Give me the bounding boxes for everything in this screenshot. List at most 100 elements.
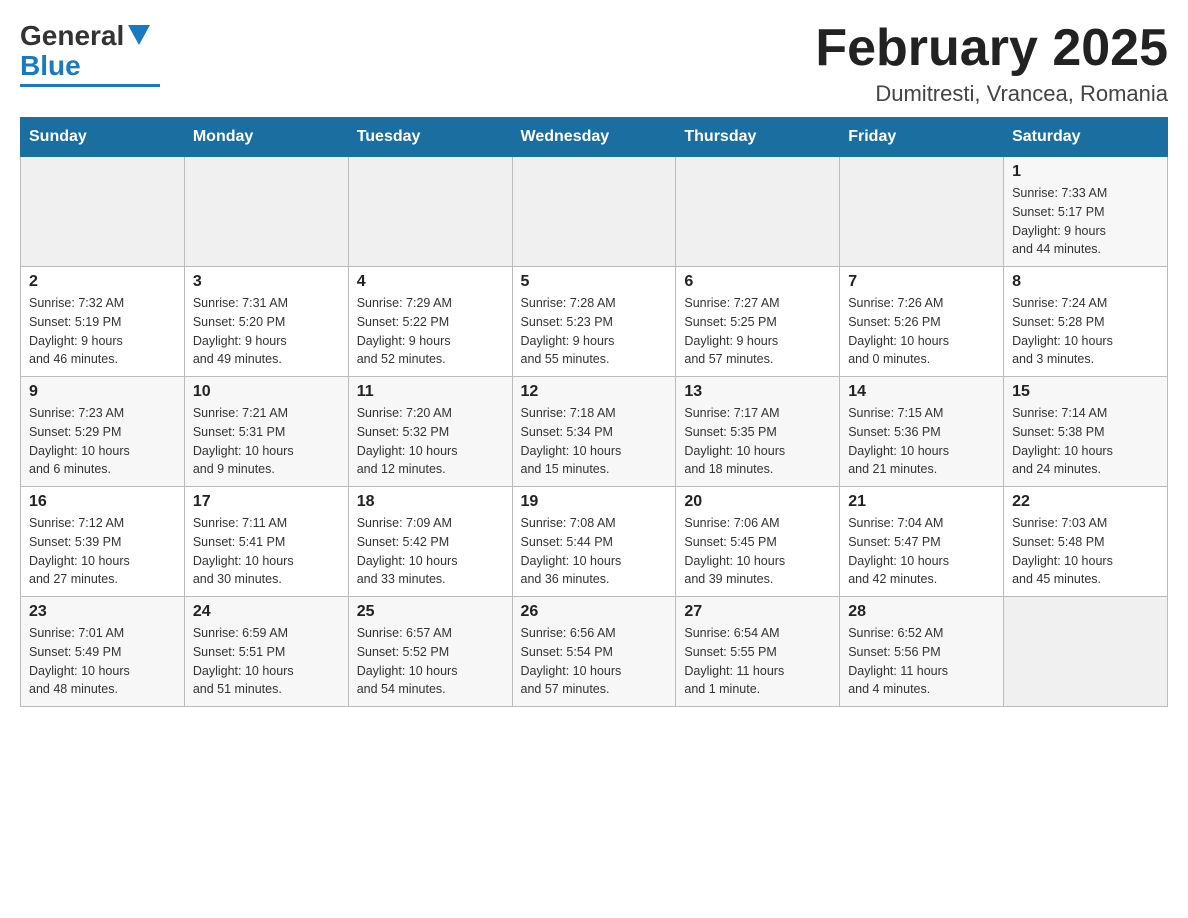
location: Dumitresti, Vrancea, Romania — [815, 81, 1168, 107]
day-number: 22 — [1012, 493, 1159, 511]
day-number: 4 — [357, 273, 504, 291]
logo-line — [20, 84, 160, 87]
header-tuesday: Tuesday — [348, 118, 512, 157]
header-sunday: Sunday — [21, 118, 185, 157]
day-number: 19 — [521, 493, 668, 511]
calendar-week-row: 16 Sunrise: 7:12 AMSunset: 5:39 PMDayligh… — [21, 487, 1168, 597]
table-row: 28 Sunrise: 6:52 AMSunset: 5:56 PMDayligh… — [840, 597, 1004, 707]
table-row: 26Sunrise: 6:56 AMSunset: 5:54 PMDayligh… — [512, 597, 676, 707]
table-row: 14Sunrise: 7:15 AMSunset: 5:36 PMDayligh… — [840, 377, 1004, 487]
calendar-week-row: 9 Sunrise: 7:23 AMSunset: 5:29 PMDaylight… — [21, 377, 1168, 487]
day-number: 6 — [684, 273, 831, 291]
day-info: Sunrise: 7:29 AMSunset: 5:22 PMDaylight:… — [357, 294, 504, 369]
header-thursday: Thursday — [676, 118, 840, 157]
table-row — [184, 157, 348, 267]
day-number: 27 — [684, 603, 831, 621]
day-info: Sunrise: 7:33 AMSunset: 5:17 PMDaylight:… — [1012, 184, 1159, 259]
header-right: February 2025 Dumitresti, Vrancea, Roman… — [815, 20, 1168, 107]
calendar-week-row: 1Sunrise: 7:33 AMSunset: 5:17 PMDaylight… — [21, 157, 1168, 267]
logo-blue-text: Blue — [20, 50, 81, 81]
day-info: Sunrise: 7:20 AMSunset: 5:32 PMDaylight:… — [357, 404, 504, 479]
header-wednesday: Wednesday — [512, 118, 676, 157]
day-number: 17 — [193, 493, 340, 511]
day-info: Sunrise: 7:11 AMSunset: 5:41 PMDaylight:… — [193, 514, 340, 589]
day-info: Sunrise: 7:26 AMSunset: 5:26 PMDaylight:… — [848, 294, 995, 369]
day-number: 7 — [848, 273, 995, 291]
day-number: 24 — [193, 603, 340, 621]
table-row — [840, 157, 1004, 267]
day-number: 16 — [29, 493, 176, 511]
page-header: General Blue February 2025 Dumitresti, V… — [20, 20, 1168, 107]
day-info: Sunrise: 7:28 AMSunset: 5:23 PMDaylight:… — [521, 294, 668, 369]
table-row: 9 Sunrise: 7:23 AMSunset: 5:29 PMDaylight… — [21, 377, 185, 487]
table-row: 19 Sunrise: 7:08 AMSunset: 5:44 PMDayligh… — [512, 487, 676, 597]
table-row: 20 Sunrise: 7:06 AMSunset: 5:45 PMDayligh… — [676, 487, 840, 597]
day-info: Sunrise: 7:14 AMSunset: 5:38 PMDaylight:… — [1012, 404, 1159, 479]
day-number: 3 — [193, 273, 340, 291]
table-row: 22 Sunrise: 7:03 AMSunset: 5:48 PMDayligh… — [1004, 487, 1168, 597]
day-info: Sunrise: 7:23 AMSunset: 5:29 PMDaylight:… — [29, 404, 176, 479]
day-number: 21 — [848, 493, 995, 511]
table-row: 3Sunrise: 7:31 AMSunset: 5:20 PMDaylight… — [184, 267, 348, 377]
table-row: 27 Sunrise: 6:54 AMSunset: 5:55 PMDayligh… — [676, 597, 840, 707]
table-row: 2 Sunrise: 7:32 AMSunset: 5:19 PMDaylight… — [21, 267, 185, 377]
day-number: 13 — [684, 383, 831, 401]
day-number: 28 — [848, 603, 995, 621]
table-row: 18Sunrise: 7:09 AMSunset: 5:42 PMDayligh… — [348, 487, 512, 597]
table-row: 6 Sunrise: 7:27 AMSunset: 5:25 PMDaylight… — [676, 267, 840, 377]
calendar-table: Sunday Monday Tuesday Wednesday Thursday… — [20, 117, 1168, 707]
logo-text: General — [20, 20, 150, 52]
day-number: 23 — [29, 603, 176, 621]
day-info: Sunrise: 7:15 AMSunset: 5:36 PMDaylight:… — [848, 404, 995, 479]
table-row: 1Sunrise: 7:33 AMSunset: 5:17 PMDaylight… — [1004, 157, 1168, 267]
table-row — [676, 157, 840, 267]
day-info: Sunrise: 6:54 AMSunset: 5:55 PMDaylight:… — [684, 624, 831, 699]
day-number: 9 — [29, 383, 176, 401]
table-row: 21 Sunrise: 7:04 AMSunset: 5:47 PMDayligh… — [840, 487, 1004, 597]
day-info: Sunrise: 7:21 AMSunset: 5:31 PMDaylight:… — [193, 404, 340, 479]
table-row: 25 Sunrise: 6:57 AMSunset: 5:52 PMDayligh… — [348, 597, 512, 707]
logo: General Blue — [20, 20, 160, 87]
table-row — [348, 157, 512, 267]
table-row: 12Sunrise: 7:18 AMSunset: 5:34 PMDayligh… — [512, 377, 676, 487]
table-row: 24Sunrise: 6:59 AMSunset: 5:51 PMDayligh… — [184, 597, 348, 707]
day-number: 15 — [1012, 383, 1159, 401]
day-info: Sunrise: 7:27 AMSunset: 5:25 PMDaylight:… — [684, 294, 831, 369]
day-info: Sunrise: 6:52 AMSunset: 5:56 PMDaylight:… — [848, 624, 995, 699]
day-info: Sunrise: 7:01 AMSunset: 5:49 PMDaylight:… — [29, 624, 176, 699]
day-info: Sunrise: 7:09 AMSunset: 5:42 PMDaylight:… — [357, 514, 504, 589]
day-info: Sunrise: 7:17 AMSunset: 5:35 PMDaylight:… — [684, 404, 831, 479]
day-info: Sunrise: 7:04 AMSunset: 5:47 PMDaylight:… — [848, 514, 995, 589]
day-number: 25 — [357, 603, 504, 621]
table-row: 10Sunrise: 7:21 AMSunset: 5:31 PMDayligh… — [184, 377, 348, 487]
header-monday: Monday — [184, 118, 348, 157]
day-number: 8 — [1012, 273, 1159, 291]
month-title: February 2025 — [815, 20, 1168, 77]
day-number: 11 — [357, 383, 504, 401]
day-number: 20 — [684, 493, 831, 511]
day-info: Sunrise: 7:18 AMSunset: 5:34 PMDaylight:… — [521, 404, 668, 479]
calendar-week-row: 23 Sunrise: 7:01 AMSunset: 5:49 PMDayligh… — [21, 597, 1168, 707]
day-info: Sunrise: 6:57 AMSunset: 5:52 PMDaylight:… — [357, 624, 504, 699]
day-number: 26 — [521, 603, 668, 621]
day-info: Sunrise: 7:24 AMSunset: 5:28 PMDaylight:… — [1012, 294, 1159, 369]
table-row: 16 Sunrise: 7:12 AMSunset: 5:39 PMDayligh… — [21, 487, 185, 597]
header-saturday: Saturday — [1004, 118, 1168, 157]
table-row: 4 Sunrise: 7:29 AMSunset: 5:22 PMDaylight… — [348, 267, 512, 377]
day-number: 2 — [29, 273, 176, 291]
day-number: 5 — [521, 273, 668, 291]
table-row: 23 Sunrise: 7:01 AMSunset: 5:49 PMDayligh… — [21, 597, 185, 707]
day-info: Sunrise: 7:08 AMSunset: 5:44 PMDaylight:… — [521, 514, 668, 589]
calendar-week-row: 2 Sunrise: 7:32 AMSunset: 5:19 PMDaylight… — [21, 267, 1168, 377]
table-row: 15 Sunrise: 7:14 AMSunset: 5:38 PMDayligh… — [1004, 377, 1168, 487]
header-friday: Friday — [840, 118, 1004, 157]
day-info: Sunrise: 7:32 AMSunset: 5:19 PMDaylight:… — [29, 294, 176, 369]
logo-triangle-icon — [128, 25, 150, 45]
table-row: 17 Sunrise: 7:11 AMSunset: 5:41 PMDayligh… — [184, 487, 348, 597]
table-row: 7 Sunrise: 7:26 AMSunset: 5:26 PMDaylight… — [840, 267, 1004, 377]
table-row: 13 Sunrise: 7:17 AMSunset: 5:35 PMDayligh… — [676, 377, 840, 487]
day-info: Sunrise: 7:03 AMSunset: 5:48 PMDaylight:… — [1012, 514, 1159, 589]
logo-general: General — [20, 20, 124, 52]
day-info: Sunrise: 7:06 AMSunset: 5:45 PMDaylight:… — [684, 514, 831, 589]
day-info: Sunrise: 7:12 AMSunset: 5:39 PMDaylight:… — [29, 514, 176, 589]
